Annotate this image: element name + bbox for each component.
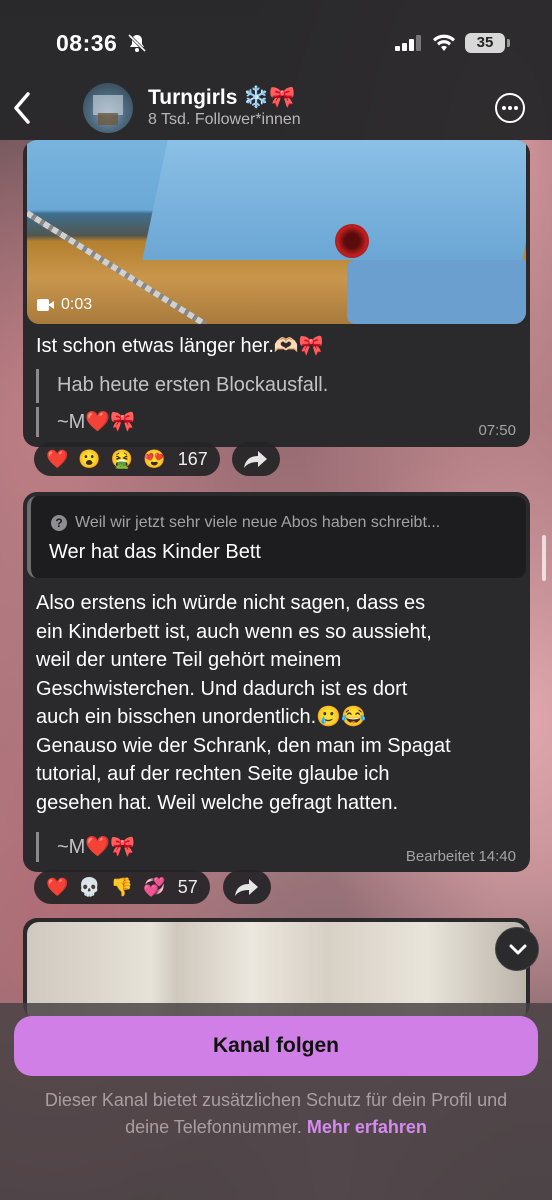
scrollbar[interactable]: [542, 535, 546, 581]
reaction-skull[interactable]: 💀: [78, 877, 100, 898]
question-icon: ?: [51, 515, 67, 531]
status-bar: 08:36 35: [0, 0, 552, 82]
privacy-info-text: Dieser Kanal bietet zusätzlichen Schutz …: [44, 1090, 508, 1137]
message-text: Ist schon etwas länger her.🫶🏻🎀: [36, 335, 324, 357]
more-options-button[interactable]: [495, 93, 525, 123]
share-button[interactable]: [232, 442, 280, 476]
wifi-icon: [433, 34, 455, 51]
message-line: Geschwisterchen. Und dadurch ist es dort: [36, 677, 408, 700]
reaction-thumbs-down[interactable]: 👎: [111, 877, 133, 898]
reaction-bar[interactable]: ❤️ 😮 🤮 😍 167: [34, 442, 220, 476]
share-button[interactable]: [223, 870, 271, 904]
reaction-surprised[interactable]: 😮: [78, 449, 100, 470]
reply-header: ? Weil wir jetzt sehr viele neue Abos ha…: [51, 514, 440, 532]
follow-panel: Kanal folgen Dieser Kanal bietet zusätzl…: [0, 1003, 552, 1200]
video-thumbnail[interactable]: 0:03: [27, 140, 526, 324]
learn-more-link[interactable]: Mehr erfahren: [307, 1117, 427, 1137]
message-time: Bearbeitet 14:40: [405, 848, 516, 865]
message-line: Also erstens ich würde nicht sagen, dass…: [36, 592, 426, 614]
dot-icon: [514, 106, 518, 110]
message-body: Also erstens ich würde nicht sagen, dass…: [36, 589, 526, 817]
message-line: gesehen hat. Weil welche gefragt hatten.: [36, 791, 399, 814]
video-duration: 0:03: [61, 296, 93, 313]
privacy-info: Dieser Kanal bietet zusätzlichen Schutz …: [30, 1087, 522, 1141]
message-line: auch ein bisschen unordentlich.🥲😂: [36, 706, 366, 728]
message-bubble[interactable]: ? Weil wir jetzt sehr viele neue Abos ha…: [23, 492, 530, 872]
scroll-down-button[interactable]: [495, 927, 539, 971]
chevron-down-icon: [509, 944, 527, 955]
message-line: tutorial, auf der rechten Seite glaube i…: [36, 763, 390, 785]
reaction-bar[interactable]: ❤️ 💀 👎 💞 57: [34, 870, 210, 904]
message-line: Genauso wie der Schrank, den man im Spag…: [36, 734, 451, 757]
follow-channel-button[interactable]: Kanal folgen: [14, 1016, 538, 1076]
message-time: 07:50: [478, 422, 516, 439]
share-arrow-icon: [244, 451, 267, 468]
message-quote: Hab heute ersten Blockausfall.: [36, 369, 328, 403]
video-camera-icon: [37, 299, 55, 311]
reaction-two-hearts[interactable]: 💞: [143, 877, 165, 898]
back-chevron-icon[interactable]: [10, 90, 34, 126]
status-time: 08:36: [56, 30, 118, 56]
message-line: ein Kinderbett ist, auch wenn es so auss…: [36, 620, 432, 643]
bell-off-icon: [127, 33, 147, 53]
reaction-heart[interactable]: ❤️: [46, 877, 68, 898]
reaction-count: 167: [177, 448, 208, 469]
channel-title[interactable]: Turngirls ❄️🎀: [148, 86, 296, 110]
message-bubble[interactable]: 0:03 Ist schon etwas länger her.🫶🏻🎀 Hab …: [23, 140, 530, 447]
channel-header: Turngirls ❄️🎀 8 Tsd. Follower*innen: [0, 82, 552, 140]
reaction-heart[interactable]: ❤️: [46, 449, 68, 470]
video-duration-badge: 0:03: [37, 296, 92, 314]
channel-avatar[interactable]: [83, 83, 133, 133]
reply-preview[interactable]: ? Weil wir jetzt sehr viele neue Abos ha…: [27, 496, 526, 578]
reply-header-text: Weil wir jetzt sehr viele neue Abos habe…: [75, 514, 441, 531]
reaction-vomit[interactable]: 🤮: [111, 449, 133, 470]
dot-icon: [508, 106, 512, 110]
share-arrow-icon: [235, 879, 258, 896]
dot-icon: [502, 106, 506, 110]
signal-icon: [395, 35, 421, 51]
message-signature: ~M❤️🎀: [36, 832, 135, 862]
reaction-count: 57: [177, 876, 198, 897]
follower-count: 8 Tsd. Follower*innen: [148, 111, 301, 128]
reply-text: Wer hat das Kinder Bett: [49, 541, 261, 563]
message-signature: ~M❤️🎀: [36, 407, 135, 437]
message-line: weil der untere Teil gehört meinem: [36, 649, 342, 671]
video-scene: [347, 260, 526, 324]
video-scene: [335, 224, 369, 258]
reaction-heart-eyes[interactable]: 😍: [143, 449, 165, 470]
battery-indicator: 35: [465, 33, 510, 53]
